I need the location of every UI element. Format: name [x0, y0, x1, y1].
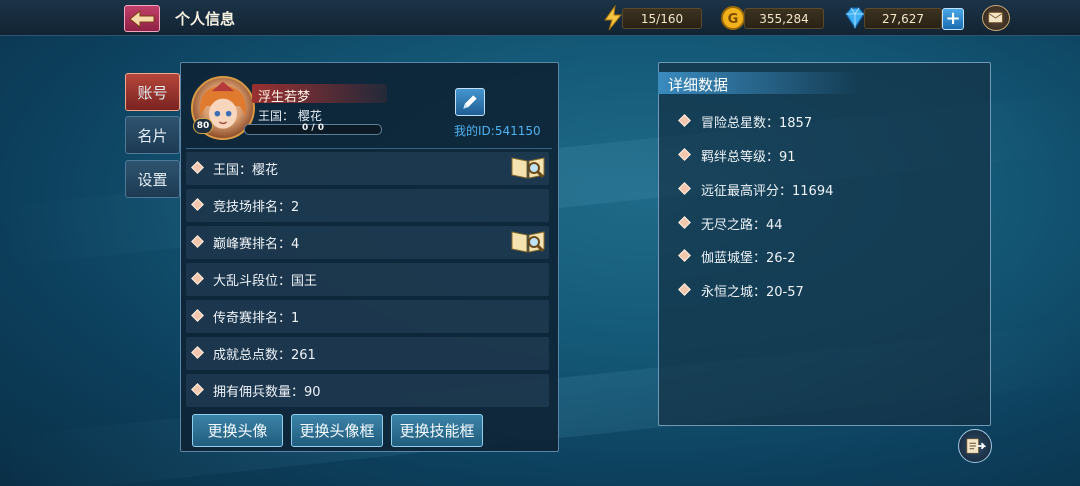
info-row-label: 王国：樱花	[213, 163, 279, 178]
stat-expedition-score: 远征最高评分：11694	[701, 184, 834, 199]
player-id: 我的ID:541150	[454, 124, 541, 138]
share-export-icon	[966, 438, 986, 454]
kingdom-label: 王国： 樱花	[258, 109, 322, 123]
change-frame-button[interactable]: 更换头像框	[291, 414, 383, 447]
detail-title: 详细数据	[668, 76, 729, 94]
stat-eternal-city: 永恒之城：20-57	[701, 285, 804, 300]
mail-icon	[988, 12, 1003, 24]
divider	[186, 148, 552, 149]
stamina-counter: 15/160	[622, 8, 702, 29]
magnifier-book-icon[interactable]	[510, 228, 546, 254]
change-avatar-button[interactable]: 更换头像	[192, 414, 283, 447]
pencil-icon	[463, 95, 477, 109]
mail-button[interactable]	[982, 5, 1010, 31]
back-button[interactable]	[124, 5, 160, 32]
back-arrow-icon	[129, 9, 155, 28]
diamond-counter: 27,627	[864, 8, 942, 29]
info-row-label: 传奇赛排名：1	[213, 311, 300, 326]
stat-galan-castle: 伽蓝城堡：26-2	[701, 251, 796, 266]
info-row-label: 竞技场排名：2	[213, 200, 300, 215]
edit-name-button[interactable]	[455, 88, 485, 116]
add-diamonds-button[interactable]: +	[942, 8, 964, 30]
change-skill-frame-button[interactable]: 更换技能框	[391, 414, 483, 447]
info-row-label: 大乱斗段位：国王	[213, 274, 318, 289]
info-row-label: 成就总点数：261	[213, 348, 316, 363]
info-row-label: 巅峰赛排名：4	[213, 237, 300, 252]
tab-card[interactable]: 名片	[125, 116, 180, 154]
info-row-label: 拥有佣兵数量：90	[213, 385, 321, 400]
magnifier-book-icon[interactable]	[510, 154, 546, 180]
level-badge: 80	[193, 118, 213, 134]
svg-text:G: G	[728, 12, 739, 27]
stat-bond-level: 羁绊总等级：91	[701, 150, 796, 165]
share-button[interactable]	[958, 429, 992, 463]
tab-settings[interactable]: 设置	[125, 160, 180, 198]
gold-coin-icon: G	[721, 6, 745, 30]
stat-adventure-stars: 冒险总星数：1857	[701, 116, 813, 131]
gold-counter: 355,284	[744, 8, 824, 29]
page-title: 个人信息	[175, 10, 236, 28]
stat-endless-road: 无尽之路：44	[701, 218, 783, 233]
player-name: 浮生若梦	[258, 90, 311, 105]
tab-account[interactable]: 账号	[125, 73, 180, 111]
xp-text: 0 / 0	[301, 123, 325, 133]
